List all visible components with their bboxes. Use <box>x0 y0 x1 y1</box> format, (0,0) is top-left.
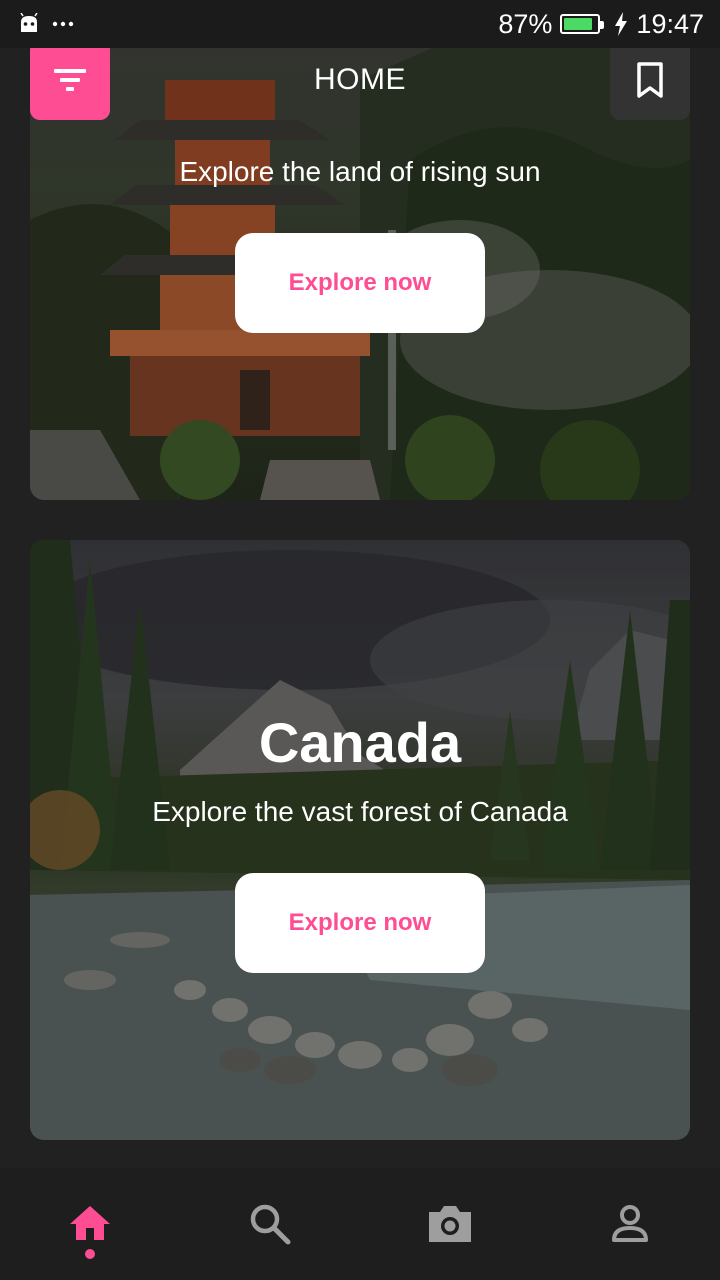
app-bar: HOME <box>0 40 720 120</box>
battery-level <box>564 18 593 30</box>
profile-icon <box>612 1205 648 1242</box>
nav-item-profile[interactable] <box>590 1184 670 1264</box>
filter-button[interactable] <box>30 40 110 120</box>
nav-item-home[interactable] <box>50 1184 130 1264</box>
explore-now-button[interactable]: Explore now <box>235 233 485 333</box>
more-dots-icon <box>52 21 74 27</box>
card-title: Canada <box>258 711 462 774</box>
destination-card-canada[interactable]: Canada Explore the vast forest of Canada… <box>30 540 690 1140</box>
home-screen: Explore the land of rising sun Explore n… <box>0 0 720 1280</box>
card-overlay <box>30 540 690 1140</box>
battery-percent: 87% <box>498 8 553 39</box>
status-bar: 87% 19:47 <box>0 0 720 48</box>
card-subtitle: Explore the land of rising sun <box>179 156 541 187</box>
destination-list[interactable]: Explore the land of rising sun Explore n… <box>0 0 720 1168</box>
bookmark-icon <box>637 62 663 98</box>
page-title: HOME <box>314 63 406 96</box>
card-subtitle: Explore the vast forest of Canada <box>152 796 568 827</box>
camera-icon <box>429 1206 471 1242</box>
clock-time: 19:47 <box>636 8 704 39</box>
android-icon <box>20 13 38 32</box>
search-icon <box>250 1204 291 1245</box>
filter-icon <box>54 69 86 91</box>
charging-bolt-icon <box>615 12 628 36</box>
battery-icon <box>560 14 605 34</box>
active-indicator-dot <box>85 1249 95 1259</box>
bookmark-button[interactable] <box>610 40 690 120</box>
explore-now-button[interactable]: Explore now <box>235 873 485 973</box>
home-icon <box>70 1206 110 1240</box>
nav-item-camera[interactable] <box>410 1184 490 1264</box>
nav-item-search[interactable] <box>230 1184 310 1264</box>
bottom-navigation <box>0 1168 720 1280</box>
